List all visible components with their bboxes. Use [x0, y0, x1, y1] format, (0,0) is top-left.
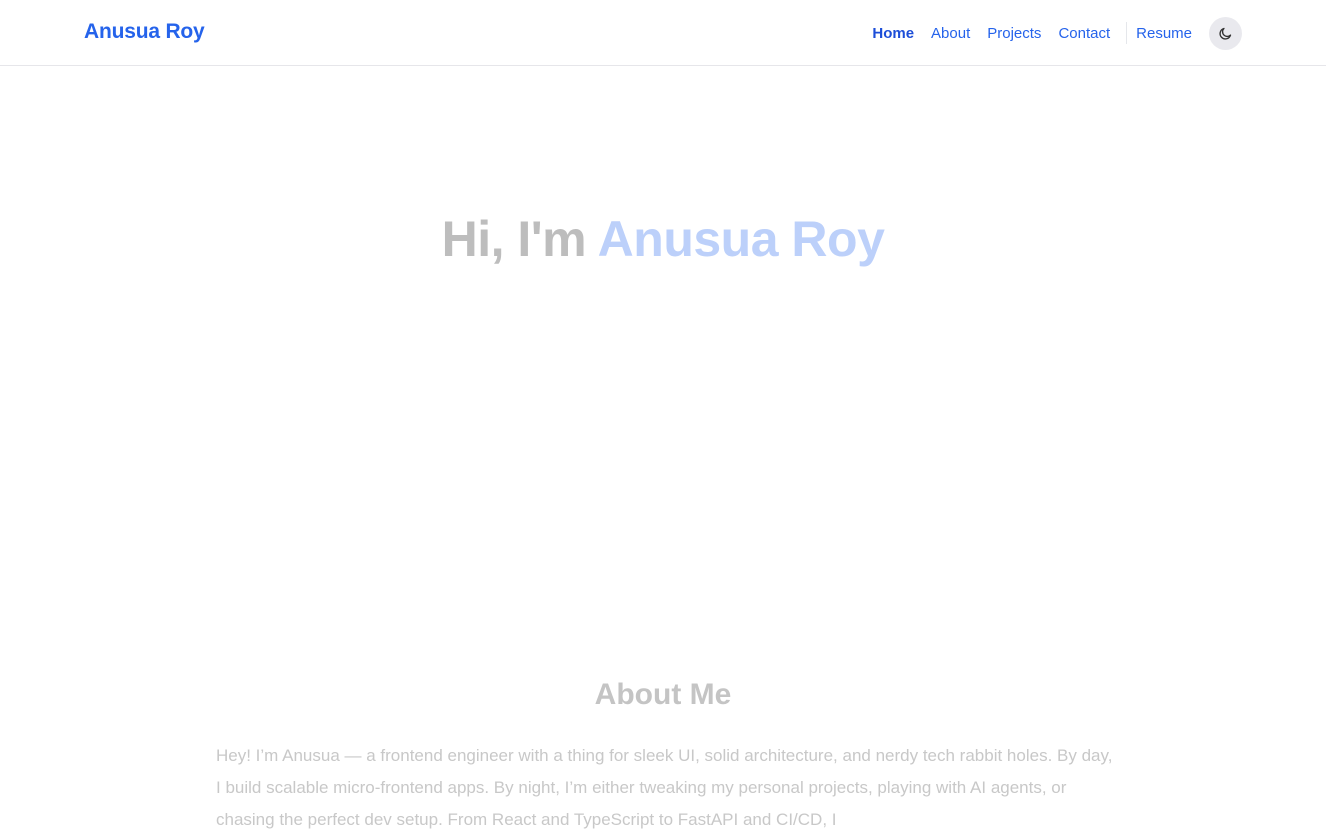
moon-icon	[1219, 27, 1232, 40]
theme-toggle-button[interactable]	[1209, 16, 1242, 50]
hero-heading: Hi, I'm Anusua Roy	[0, 210, 1326, 268]
hero-greeting: Hi, I'm	[441, 211, 598, 267]
hero-name: Anusua Roy	[597, 211, 885, 267]
brand-logo-link[interactable]: Anusua Roy	[84, 20, 205, 44]
nav-divider	[1126, 22, 1128, 44]
nav-links: Home About Projects Contact Resume	[855, 16, 1242, 50]
about-paragraph: Hey! I’m Anusua — a frontend engineer wi…	[216, 746, 1113, 829]
nav-link-projects[interactable]: Projects	[987, 25, 1041, 42]
nav-link-about[interactable]: About	[931, 25, 970, 42]
nav-link-home[interactable]: Home	[872, 25, 914, 42]
about-section-title: About Me	[594, 678, 732, 711]
nav-link-contact[interactable]: Contact	[1058, 25, 1110, 42]
resume-link[interactable]: Resume	[1136, 25, 1192, 42]
top-navbar: Anusua Roy Home About Projects Contact R…	[0, 0, 1326, 66]
